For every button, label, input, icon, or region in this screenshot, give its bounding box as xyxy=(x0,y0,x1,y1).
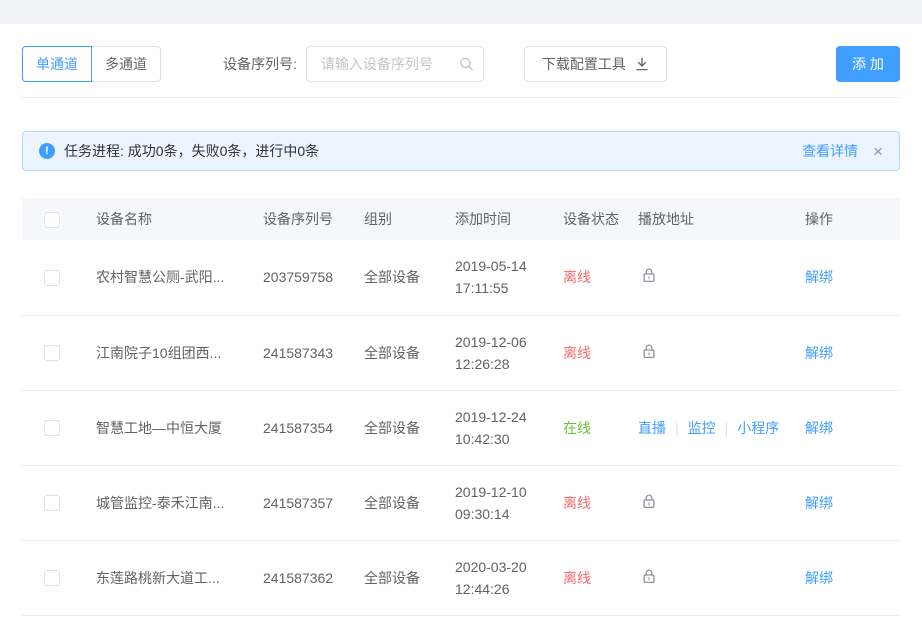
unbind-link[interactable]: 解绑 xyxy=(805,269,833,285)
action-cell: 解绑 xyxy=(805,465,900,540)
device-status-cell: 离线 xyxy=(563,465,638,540)
unbind-link[interactable]: 解绑 xyxy=(805,420,833,436)
status-badge: 离线 xyxy=(563,570,591,586)
added-time-cell: 2019-05-14 17:11:55 xyxy=(455,240,563,315)
row-checkbox[interactable] xyxy=(44,270,60,286)
added-time-cell: 2019-12-10 09:30:14 xyxy=(455,465,563,540)
device-name-cell: 城管监控-泰禾江南... xyxy=(96,465,263,540)
play-address-cell: 直播 | 监控 | 小程序 xyxy=(638,390,805,465)
device-status-cell: 离线 xyxy=(563,315,638,390)
action-cell: 解绑 xyxy=(805,240,900,315)
device-status-cell: 离线 xyxy=(563,240,638,315)
add-device-button[interactable]: 添 加 xyxy=(836,46,900,82)
device-status-cell: 在线 xyxy=(563,390,638,465)
added-time-cell: 2020-03-20 12:44:26 xyxy=(455,540,563,615)
table-header-row: 设备名称 设备序列号 组别 添加时间 设备状态 播放地址 操作 xyxy=(22,198,900,240)
column-header-serial: 设备序列号 xyxy=(263,198,364,240)
channel-tab-group: 单通道 多通道 xyxy=(22,46,161,82)
action-cell: 解绑 xyxy=(805,315,900,390)
action-cell: 解绑 xyxy=(805,540,900,615)
status-badge: 离线 xyxy=(563,345,591,361)
lock-icon xyxy=(641,568,657,585)
status-badge: 在线 xyxy=(563,420,591,436)
play-link-2[interactable]: 监控 xyxy=(688,418,716,438)
status-badge: 离线 xyxy=(563,269,591,285)
info-icon: ! xyxy=(39,143,55,159)
device-group-cell: 全部设备 xyxy=(364,390,455,465)
column-header-group: 组别 xyxy=(364,198,455,240)
device-serial-cell: 241587362 xyxy=(263,540,364,615)
task-progress-text: 任务进程: 成功0条，失败0条，进行中0条 xyxy=(64,141,319,161)
lock-icon xyxy=(641,267,657,284)
download-config-tool-button[interactable]: 下载配置工具 xyxy=(524,46,667,82)
device-serial-cell: 203759758 xyxy=(263,240,364,315)
select-all-checkbox[interactable] xyxy=(44,212,60,228)
column-header-status: 设备状态 xyxy=(563,198,638,240)
table-row: 城管监控-泰禾江南...241587357全部设备2019-12-10 09:3… xyxy=(22,465,900,540)
device-table: 设备名称 设备序列号 组别 添加时间 设备状态 播放地址 操作 农村智慧公厕-武… xyxy=(22,198,900,616)
device-table-body: 农村智慧公厕-武阳...203759758全部设备2019-05-14 17:1… xyxy=(22,240,900,615)
lock-icon xyxy=(641,493,657,510)
table-row: 东莲路桃新大道工...241587362全部设备2020-03-20 12:44… xyxy=(22,540,900,615)
task-progress-banner: ! 任务进程: 成功0条，失败0条，进行中0条 查看详情 × xyxy=(22,131,900,171)
column-header-action: 操作 xyxy=(805,198,900,240)
device-group-cell: 全部设备 xyxy=(364,465,455,540)
row-checkbox[interactable] xyxy=(44,420,60,436)
row-checkbox[interactable] xyxy=(44,495,60,511)
toolbar: 单通道 多通道 设备序列号: 下载配置工具 添 加 xyxy=(22,46,900,82)
link-separator: | xyxy=(675,420,679,436)
row-checkbox[interactable] xyxy=(44,345,60,361)
serial-search-input[interactable] xyxy=(306,46,484,82)
serial-number-label: 设备序列号: xyxy=(223,54,297,74)
column-header-name: 设备名称 xyxy=(96,198,263,240)
device-serial-cell: 241587343 xyxy=(263,315,364,390)
added-time-cell: 2019-12-06 12:26:28 xyxy=(455,315,563,390)
play-link-3[interactable]: 小程序 xyxy=(737,418,779,438)
device-name-cell: 智慧工地—中恒大厦 xyxy=(96,390,263,465)
tab-single-channel[interactable]: 单通道 xyxy=(22,46,92,82)
device-group-cell: 全部设备 xyxy=(364,540,455,615)
page-top-band xyxy=(0,0,922,24)
tab-multi-channel[interactable]: 多通道 xyxy=(92,46,161,82)
added-time-cell: 2019-12-24 10:42:30 xyxy=(455,390,563,465)
device-group-cell: 全部设备 xyxy=(364,315,455,390)
table-row: 江南院子10组团西...241587343全部设备2019-12-06 12:2… xyxy=(22,315,900,390)
device-name-cell: 东莲路桃新大道工... xyxy=(96,540,263,615)
download-config-tool-label: 下载配置工具 xyxy=(542,54,626,74)
device-serial-cell: 241587357 xyxy=(263,465,364,540)
table-row: 智慧工地—中恒大厦241587354全部设备2019-12-24 10:42:3… xyxy=(22,390,900,465)
play-address-cell xyxy=(638,465,805,540)
unbind-link[interactable]: 解绑 xyxy=(805,495,833,511)
close-icon[interactable]: × xyxy=(873,143,883,160)
action-cell: 解绑 xyxy=(805,390,900,465)
device-name-cell: 江南院子10组团西... xyxy=(96,315,263,390)
table-row: 农村智慧公厕-武阳...203759758全部设备2019-05-14 17:1… xyxy=(22,240,900,315)
device-group-cell: 全部设备 xyxy=(364,240,455,315)
serial-search-box xyxy=(306,46,484,82)
device-status-cell: 离线 xyxy=(563,540,638,615)
play-address-cell xyxy=(638,240,805,315)
column-header-play-address: 播放地址 xyxy=(638,198,805,240)
status-badge: 离线 xyxy=(563,495,591,511)
toolbar-divider xyxy=(22,97,900,98)
device-name-cell: 农村智慧公厕-武阳... xyxy=(96,240,263,315)
unbind-link[interactable]: 解绑 xyxy=(805,345,833,361)
play-address-cell xyxy=(638,315,805,390)
play-link-1[interactable]: 直播 xyxy=(638,418,666,438)
column-header-added-time: 添加时间 xyxy=(455,198,563,240)
lock-icon xyxy=(641,343,657,360)
banner-actions: 查看详情 × xyxy=(802,141,883,161)
play-address-cell xyxy=(638,540,805,615)
download-icon xyxy=(635,57,649,71)
device-serial-cell: 241587354 xyxy=(263,390,364,465)
search-icon[interactable] xyxy=(459,57,474,72)
unbind-link[interactable]: 解绑 xyxy=(805,570,833,586)
link-separator: | xyxy=(725,420,729,436)
play-links: 直播 | 监控 | 小程序 xyxy=(638,418,805,438)
view-details-link[interactable]: 查看详情 xyxy=(802,141,858,161)
row-checkbox[interactable] xyxy=(44,570,60,586)
